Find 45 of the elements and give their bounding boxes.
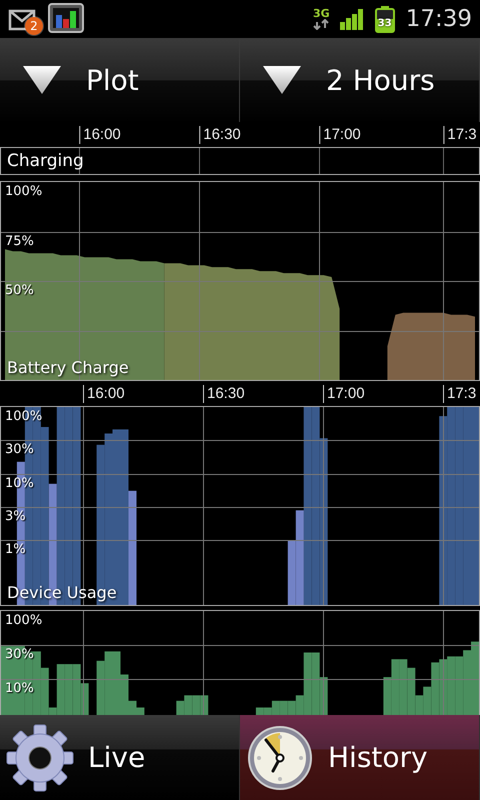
chart-bar (184, 695, 192, 715)
tab[interactable]: Live (0, 715, 240, 800)
chart-bar (32, 651, 41, 715)
axis-label: 100% (5, 184, 42, 199)
signal-icon (340, 8, 364, 30)
row-label: Charging (7, 150, 84, 172)
axis-label: 100% (5, 613, 42, 628)
time-label: 16:30 (203, 385, 245, 403)
time-label: 16:30 (199, 126, 241, 144)
axis-label: 30% (5, 442, 34, 457)
clock-time: 17:39 (406, 6, 472, 32)
dropdown-button[interactable]: Plot (0, 38, 240, 122)
gear-icon (6, 724, 74, 792)
battery-icon (374, 5, 396, 33)
chart-title: Battery Charge (7, 358, 129, 378)
clock-icon (246, 724, 314, 792)
chart-bar (176, 700, 184, 715)
chart-bar (96, 660, 105, 715)
chart-bar (455, 656, 464, 715)
time-label: 17:00 (319, 126, 361, 144)
axis-label: 50% (5, 283, 34, 298)
chart-bar (463, 650, 472, 715)
axis-label: 75% (5, 234, 34, 248)
time-label: 16:00 (83, 385, 125, 403)
time-label: 16:00 (79, 126, 121, 144)
axis-label: 10% (5, 681, 34, 696)
data-arrows-icon (313, 19, 330, 30)
caret-icon (262, 65, 302, 95)
chart-bar (447, 656, 456, 715)
network-type: 3G (313, 8, 330, 19)
mail-icon (8, 7, 38, 33)
axis-label: 30% (5, 647, 34, 662)
chart-bar (104, 651, 113, 715)
tab[interactable]: History (240, 715, 480, 800)
chart-bar (192, 695, 200, 715)
chart-bar (64, 664, 73, 715)
bar-chart-icon (48, 3, 84, 35)
time-label: 17:3 (443, 126, 477, 144)
time-label: 17:00 (323, 385, 365, 403)
caret-icon (22, 65, 62, 95)
battery-percent: 33 (376, 18, 393, 30)
time-label: 17:3 (443, 385, 476, 403)
notification-badge: 2 (25, 17, 43, 35)
dropdown-button[interactable]: 2 Hours (240, 38, 480, 122)
axis-label: 100% (5, 409, 42, 424)
